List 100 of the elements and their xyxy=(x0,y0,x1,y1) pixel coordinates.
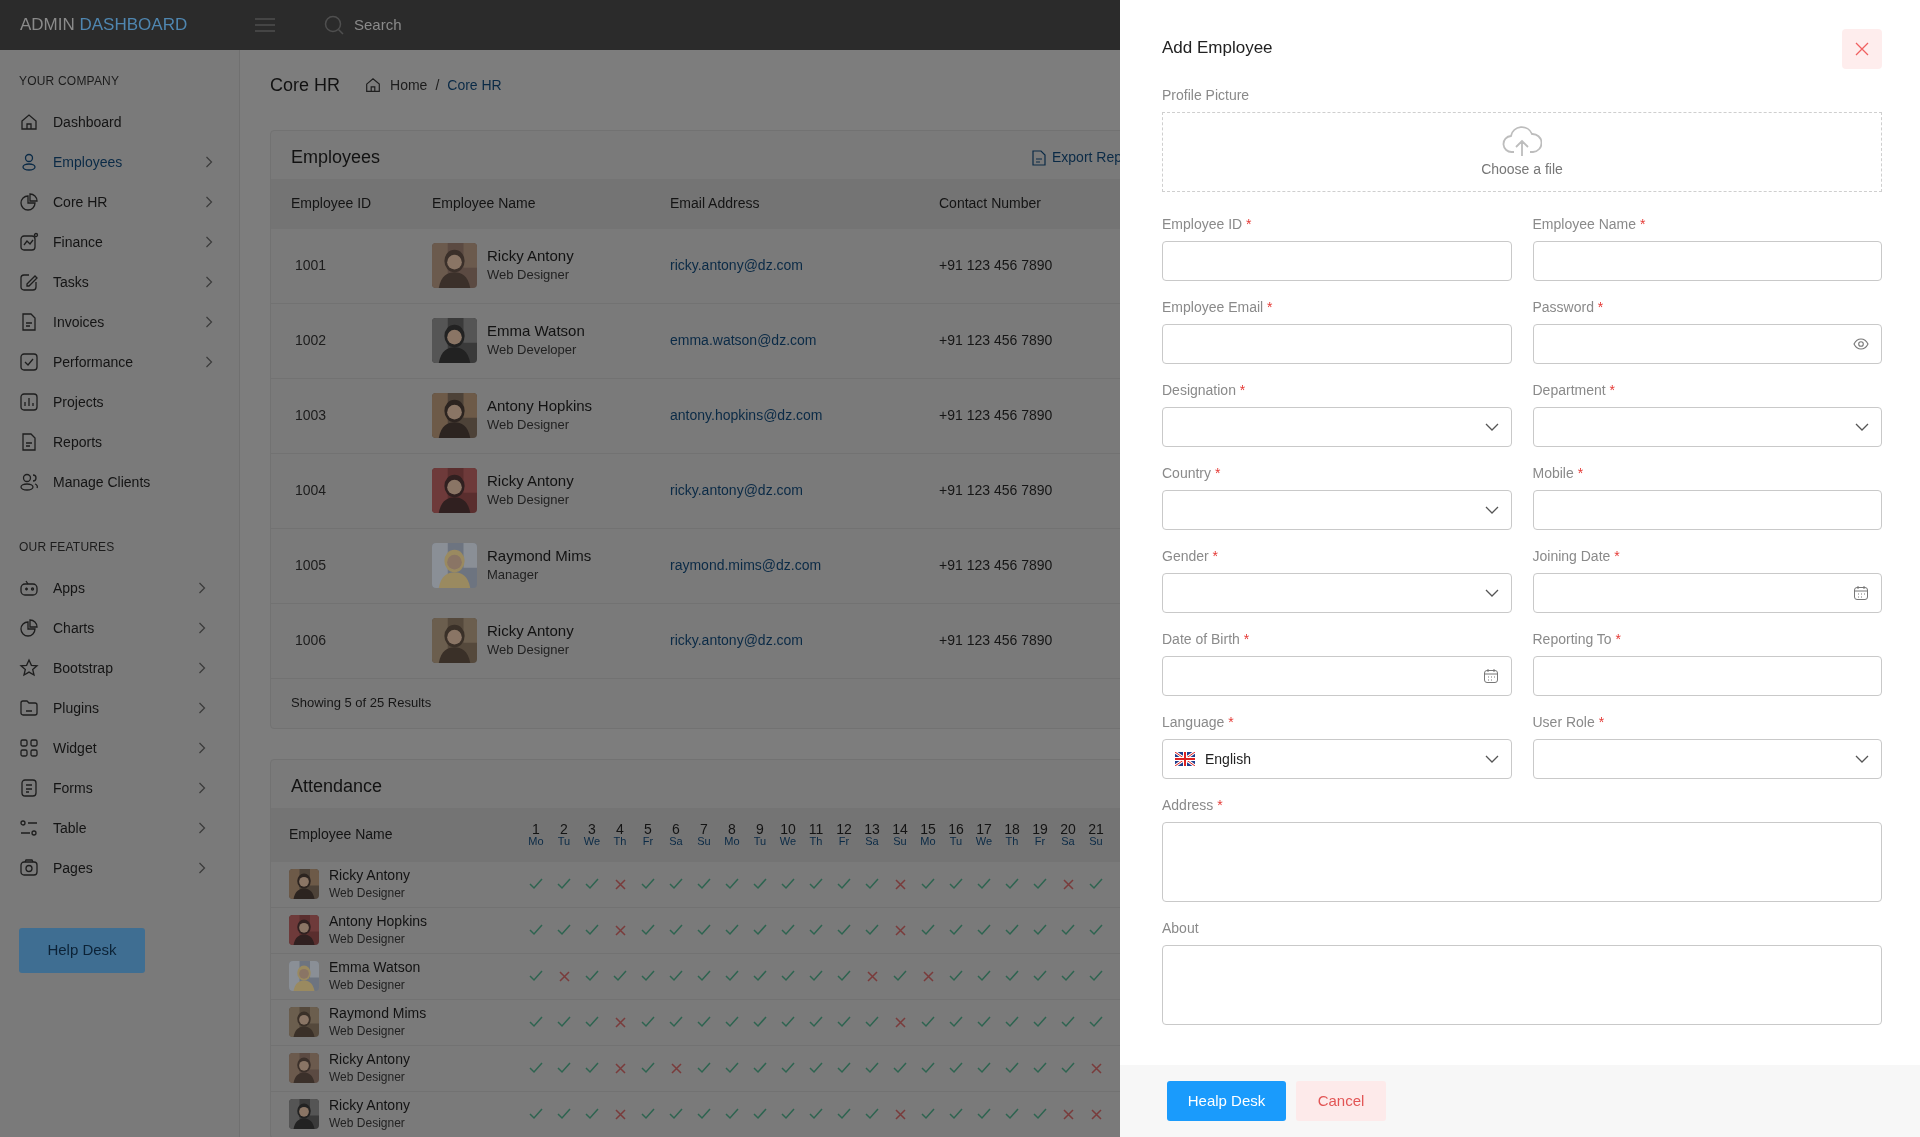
day-number: 14 xyxy=(891,822,909,837)
sidebar-item[interactable]: Forms xyxy=(19,768,220,808)
day-number: 13 xyxy=(863,822,881,837)
employee-name: Antony Hopkins xyxy=(329,912,428,930)
bar-chart-icon xyxy=(19,392,39,412)
menu-icon[interactable] xyxy=(254,17,276,33)
text-area[interactable] xyxy=(1162,822,1882,902)
sidebar-item[interactable]: Finance xyxy=(19,222,220,262)
day-number: 3 xyxy=(588,822,596,837)
sliders-icon xyxy=(19,818,39,838)
weekday-label: Mo xyxy=(919,836,937,848)
employee-name: Ricky Antony xyxy=(487,621,574,640)
brand-logo: ADMIN DASHBOARD xyxy=(20,15,188,35)
sidebar-item[interactable]: Charts xyxy=(19,608,220,648)
breadcrumb-link[interactable]: Home xyxy=(390,74,428,96)
input-field[interactable] xyxy=(1532,490,1882,530)
field-label: Language * xyxy=(1162,713,1234,732)
chevron-down-icon xyxy=(1484,589,1499,597)
email-link[interactable]: ricky.antony@dz.com xyxy=(670,632,803,649)
select-field[interactable] xyxy=(1162,573,1512,613)
employee-role: Web Designer xyxy=(329,930,406,948)
employee-name: Ricky Antony xyxy=(329,866,410,884)
column-header: Email Address xyxy=(670,194,761,214)
field-label: Designation * xyxy=(1162,381,1246,400)
day-number: 16 xyxy=(947,822,965,837)
employee-role: Web Designer xyxy=(487,265,571,284)
date-field[interactable] xyxy=(1162,656,1512,696)
eye-icon[interactable] xyxy=(1853,338,1869,350)
field-label: Date of Birth * xyxy=(1162,630,1250,649)
sidebar-item[interactable]: Dashboard xyxy=(19,102,220,142)
field-label: User Role * xyxy=(1532,713,1605,732)
select-field[interactable] xyxy=(1162,407,1512,447)
input-field[interactable] xyxy=(1532,241,1882,281)
select-field[interactable]: English xyxy=(1162,739,1512,779)
employee-role: Manager xyxy=(487,565,540,584)
chevron-down-icon xyxy=(1855,755,1869,763)
select-field[interactable] xyxy=(1532,407,1882,447)
gamepad-icon xyxy=(19,578,39,598)
help-desk-button[interactable]: Healp Desk xyxy=(1167,1081,1286,1121)
sidebar-item[interactable]: Widget xyxy=(19,728,220,768)
sidebar-item[interactable]: Invoices xyxy=(19,302,220,342)
sidebar-item[interactable]: Plugins xyxy=(19,688,220,728)
sidebar-item[interactable]: Core HR xyxy=(19,182,220,222)
sidebar-item[interactable]: Table xyxy=(19,808,220,848)
breadcrumb-link[interactable]: Core HR xyxy=(447,74,502,96)
cancel-button[interactable]: Cancel xyxy=(1296,1081,1386,1121)
day-number: 12 xyxy=(835,822,853,837)
help-desk-button[interactable]: Help Desk xyxy=(19,928,145,973)
file-drop-zone[interactable]: Choose a file xyxy=(1162,112,1882,192)
sidebar-item[interactable]: Tasks xyxy=(19,262,220,302)
sidebar-item[interactable]: Reports xyxy=(19,422,220,462)
email-link[interactable]: ricky.antony@dz.com xyxy=(670,257,803,274)
column-header: Employee Name xyxy=(432,194,537,214)
home-icon xyxy=(364,76,382,94)
table-cell-text: 1005 xyxy=(294,556,328,576)
weekday-label: Su xyxy=(892,836,908,848)
sidebar-item[interactable]: Manage Clients xyxy=(19,462,220,502)
input-field[interactable] xyxy=(1532,656,1882,696)
close-icon xyxy=(1855,42,1869,56)
email-link[interactable]: antony.hopkins@dz.com xyxy=(670,407,823,424)
search-field[interactable]: Search xyxy=(352,12,552,38)
calendar-icon xyxy=(1853,585,1869,601)
weekday-label: Tu xyxy=(948,836,964,848)
sidebar-item[interactable]: Employees xyxy=(19,142,220,182)
email-link[interactable]: raymond.mims@dz.com xyxy=(670,557,822,574)
close-button[interactable] xyxy=(1842,29,1882,69)
password-field[interactable] xyxy=(1532,324,1882,364)
sidebar-item[interactable]: Pages xyxy=(19,848,220,888)
day-number: 19 xyxy=(1031,822,1049,837)
email-link[interactable]: emma.watson@dz.com xyxy=(670,332,817,349)
table-cell-text: +91 123 456 7890 xyxy=(939,631,1054,651)
results-summary: Showing 5 of 25 Results xyxy=(291,694,432,710)
sidebar-item[interactable]: Apps xyxy=(19,568,220,608)
sidebar-item[interactable]: Projects xyxy=(19,382,220,422)
employee-name: Antony Hopkins xyxy=(487,396,593,415)
input-field[interactable] xyxy=(1162,324,1512,364)
text-area[interactable] xyxy=(1162,945,1882,1025)
weekday-label: Th xyxy=(1004,836,1020,848)
email-link[interactable]: ricky.antony@dz.com xyxy=(670,482,803,499)
card-title: Employees xyxy=(291,147,382,169)
employee-name: Ricky Antony xyxy=(329,1050,410,1068)
table-cell-text: +91 123 456 7890 xyxy=(939,556,1054,576)
column-header: Employee Name xyxy=(289,825,394,845)
column-header: Employee ID xyxy=(291,194,373,214)
day-number: 8 xyxy=(728,822,736,837)
date-field[interactable] xyxy=(1532,573,1882,613)
input-field[interactable] xyxy=(1162,241,1512,281)
sidebar-item[interactable]: Performance xyxy=(19,342,220,382)
weekday-label: Fr xyxy=(837,836,851,848)
day-number: 7 xyxy=(700,822,708,837)
chevron-down-icon xyxy=(1855,423,1869,431)
weekday-label: Fr xyxy=(1033,836,1047,848)
weekday-label: Sa xyxy=(864,836,880,848)
sidebar-item[interactable]: Bootstrap xyxy=(19,648,220,688)
table-cell-text: +91 123 456 7890 xyxy=(939,406,1054,426)
table-cell-text: 1003 xyxy=(294,406,328,426)
field-label: About xyxy=(1162,919,1199,938)
employee-role: Web Designer xyxy=(329,1114,406,1132)
select-field[interactable] xyxy=(1532,739,1882,779)
select-field[interactable] xyxy=(1162,490,1512,530)
